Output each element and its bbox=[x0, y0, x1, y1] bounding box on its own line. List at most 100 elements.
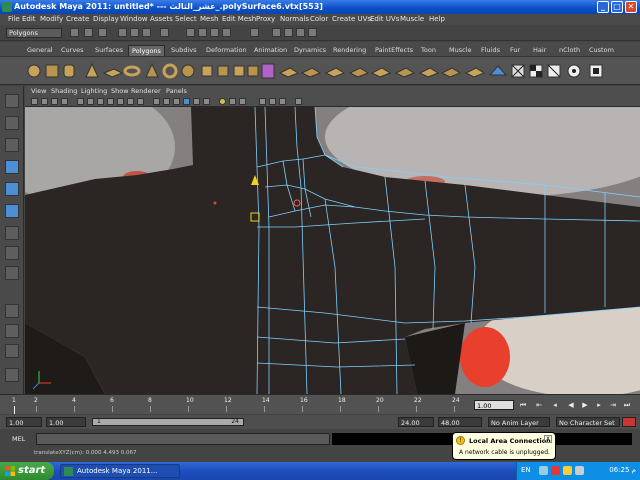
poly-cube-icon[interactable] bbox=[45, 64, 59, 78]
gate-mask-icon[interactable] bbox=[107, 98, 114, 105]
tab-rendering[interactable]: Rendering bbox=[330, 45, 369, 56]
sew-uv-icon[interactable] bbox=[567, 64, 581, 78]
snap-plane-icon[interactable] bbox=[222, 28, 231, 37]
field-chart-icon[interactable] bbox=[117, 98, 124, 105]
separate-icon[interactable] bbox=[217, 65, 229, 77]
network-error-icon[interactable] bbox=[551, 466, 560, 475]
use-all-lights-icon[interactable] bbox=[203, 98, 210, 105]
split-icon[interactable] bbox=[348, 67, 370, 78]
tab-surfaces[interactable]: Surfaces bbox=[92, 45, 126, 56]
panel-menu-view[interactable]: View bbox=[31, 87, 46, 95]
step-forward-key-button[interactable]: ⇥ bbox=[608, 400, 618, 410]
current-frame-field[interactable]: 1.00 bbox=[474, 400, 514, 410]
move-tool-icon[interactable] bbox=[5, 160, 19, 174]
menu-display[interactable]: Display bbox=[93, 15, 119, 23]
panel-menu-show[interactable]: Show bbox=[111, 87, 129, 95]
resolution-gate-icon[interactable] bbox=[97, 98, 104, 105]
security-icon[interactable] bbox=[563, 466, 572, 475]
select-hierarchy-icon[interactable] bbox=[118, 28, 127, 37]
clock[interactable]: 06:25 م bbox=[609, 466, 636, 474]
combine-icon[interactable] bbox=[201, 65, 213, 77]
tab-curves[interactable]: Curves bbox=[58, 45, 87, 56]
panel-menu-panels[interactable]: Panels bbox=[166, 87, 187, 95]
current-time-marker[interactable] bbox=[14, 406, 15, 414]
menu-window[interactable]: Window bbox=[120, 15, 148, 23]
bridge-icon[interactable] bbox=[300, 67, 322, 78]
planar-map-icon[interactable] bbox=[488, 65, 508, 76]
poly-cylinder-icon[interactable] bbox=[63, 64, 75, 78]
balloon-close-button[interactable]: x bbox=[544, 435, 552, 443]
menu-edit[interactable]: Edit bbox=[22, 15, 36, 23]
soft-mod-tool-icon[interactable] bbox=[5, 246, 19, 260]
tab-dynamics[interactable]: Dynamics bbox=[291, 45, 329, 56]
menu-edit-mesh[interactable]: Edit Mesh bbox=[222, 15, 256, 23]
checker-map-icon[interactable] bbox=[529, 64, 543, 78]
grid-toggle-icon[interactable] bbox=[77, 98, 84, 105]
menu-edit-uvs[interactable]: Edit UVs bbox=[370, 15, 399, 23]
graph-editor-layout-icon[interactable] bbox=[5, 368, 19, 382]
playback-end-field[interactable]: 24.00 bbox=[398, 417, 434, 427]
manipulator-tool-icon[interactable] bbox=[5, 226, 19, 240]
snap-grid-icon[interactable] bbox=[186, 28, 195, 37]
poly-pipe-icon[interactable] bbox=[162, 63, 178, 79]
step-forward-frame-button[interactable]: ▸ bbox=[594, 400, 604, 410]
menu-select[interactable]: Select bbox=[175, 15, 197, 23]
poly-prism-icon[interactable] bbox=[145, 62, 159, 78]
uv-snapshot-icon[interactable] bbox=[547, 64, 561, 78]
tab-subdivs[interactable]: Subdivs bbox=[168, 45, 200, 56]
new-scene-icon[interactable] bbox=[70, 28, 79, 37]
menu-set-dropdown[interactable]: Polygons bbox=[6, 28, 62, 38]
tab-general[interactable]: General bbox=[24, 45, 56, 56]
image-plane-icon[interactable] bbox=[41, 98, 48, 105]
tab-animation[interactable]: Animation bbox=[251, 45, 290, 56]
poly-cone-icon[interactable] bbox=[85, 62, 99, 78]
boolean-icon[interactable] bbox=[261, 63, 275, 79]
character-set-dropdown[interactable]: No Character Set bbox=[556, 417, 620, 427]
tab-hair[interactable]: Hair bbox=[530, 45, 549, 56]
bevel-icon[interactable] bbox=[418, 67, 440, 78]
show-manipulator-icon[interactable] bbox=[5, 266, 19, 280]
tab-toon[interactable]: Toon bbox=[418, 45, 439, 56]
textured-icon[interactable] bbox=[193, 98, 200, 105]
insert-edge-loop-icon[interactable] bbox=[370, 67, 392, 78]
network-balloon-notification[interactable]: ! Local Area Connection A network cable … bbox=[452, 432, 556, 460]
panel-menu-renderer[interactable]: Renderer bbox=[131, 87, 161, 95]
go-to-end-button[interactable]: ⏭ bbox=[622, 400, 632, 410]
xray-joints-icon[interactable] bbox=[269, 98, 276, 105]
playback-start-field[interactable]: 1.00 bbox=[46, 417, 86, 427]
render-settings-icon[interactable] bbox=[308, 28, 317, 37]
tab-polygons[interactable]: Polygons bbox=[128, 45, 165, 56]
menu-create[interactable]: Create bbox=[66, 15, 89, 23]
language-indicator[interactable]: EN bbox=[521, 466, 531, 474]
lasso-tool-icon[interactable] bbox=[5, 116, 19, 130]
high-quality-icon[interactable] bbox=[239, 98, 246, 105]
menu-modify[interactable]: Modify bbox=[40, 15, 63, 23]
bookmark-icon[interactable] bbox=[51, 98, 58, 105]
rotate-tool-icon[interactable] bbox=[5, 182, 19, 196]
isolate-select-icon[interactable] bbox=[259, 98, 266, 105]
menu-create-uvs[interactable]: Create UVs bbox=[332, 15, 371, 23]
menu-file[interactable]: File bbox=[8, 15, 20, 23]
end-time-field[interactable]: 48.00 bbox=[438, 417, 482, 427]
film-gate-icon[interactable] bbox=[87, 98, 94, 105]
volume-icon[interactable] bbox=[575, 466, 584, 475]
range-slider-bar[interactable]: 1 24 bbox=[92, 418, 244, 426]
tab-ncloth[interactable]: nCloth bbox=[556, 45, 583, 56]
select-object-icon[interactable] bbox=[130, 28, 139, 37]
extrude-icon[interactable] bbox=[278, 67, 300, 78]
tab-painteffects[interactable]: PaintEffects bbox=[372, 45, 416, 56]
smooth-icon[interactable] bbox=[247, 65, 259, 77]
ipr-render-icon[interactable] bbox=[296, 28, 305, 37]
tab-deformation[interactable]: Deformation bbox=[203, 45, 250, 56]
poly-sphere-icon[interactable] bbox=[27, 64, 41, 78]
play-forward-button[interactable]: ▶ bbox=[580, 400, 590, 410]
time-slider[interactable]: 1 2 4 6 8 10 12 14 16 18 20 22 24 1.00 ⏮… bbox=[0, 394, 640, 414]
select-tool-icon[interactable] bbox=[5, 94, 19, 108]
wireframe-on-shaded-icon[interactable] bbox=[173, 98, 180, 105]
go-to-start-button[interactable]: ⏮ bbox=[518, 400, 528, 410]
menu-normals[interactable]: Normals bbox=[280, 15, 309, 23]
persp-outliner-layout-icon[interactable] bbox=[5, 344, 19, 358]
taskbar-maya-button[interactable]: Autodesk Maya 2011... bbox=[60, 464, 180, 478]
camera-attributes-icon[interactable] bbox=[31, 98, 38, 105]
poly-plane-icon[interactable] bbox=[102, 68, 124, 78]
